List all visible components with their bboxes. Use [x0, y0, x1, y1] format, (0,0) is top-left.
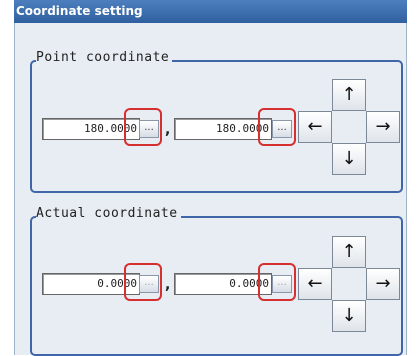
actual-coordinate-label: Actual coordinate	[36, 206, 181, 221]
actual-separator: ,	[165, 277, 171, 293]
point-x-browse-highlight	[124, 108, 162, 146]
point-y-browse-highlight	[258, 108, 296, 146]
point-down-arrow-button[interactable]: ↓	[332, 143, 366, 175]
actual-x-browse-highlight	[124, 263, 162, 301]
actual-y-browse-highlight	[258, 263, 296, 301]
actual-right-arrow-button[interactable]: →	[366, 268, 400, 300]
title-bar: Coordinate setting	[14, 0, 407, 23]
point-separator: ,	[165, 122, 171, 138]
window-title: Coordinate setting	[16, 4, 143, 18]
point-right-arrow-button[interactable]: →	[366, 111, 400, 143]
point-coordinate-label: Point coordinate	[36, 50, 173, 65]
actual-arrow-center	[332, 268, 366, 300]
point-up-arrow-button[interactable]: ↑	[332, 79, 366, 111]
actual-left-arrow-button[interactable]: ←	[298, 268, 332, 300]
actual-up-arrow-button[interactable]: ↑	[332, 236, 366, 268]
point-left-arrow-button[interactable]: ←	[298, 111, 332, 143]
actual-down-arrow-button[interactable]: ↓	[332, 300, 366, 332]
point-arrow-center	[332, 111, 366, 143]
